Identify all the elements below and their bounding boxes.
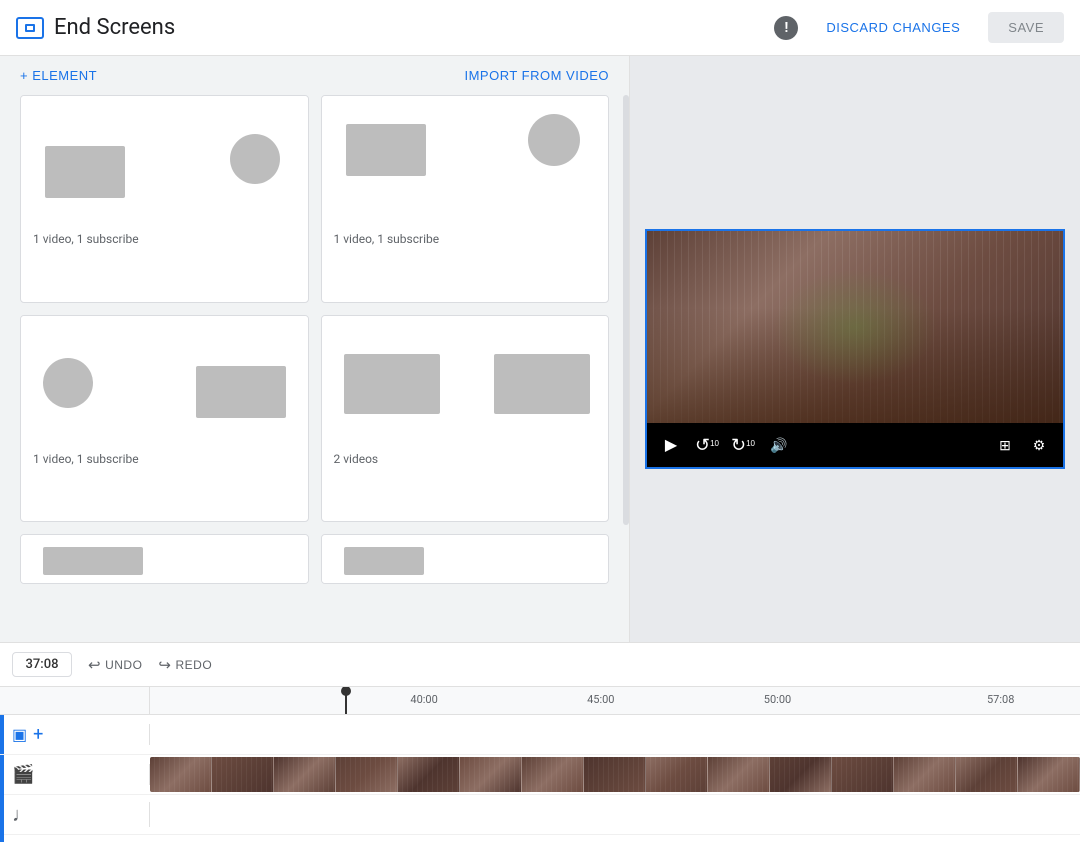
time-display[interactable]: 37:08 [12,652,72,677]
tpl-video-rect-4a [344,354,440,414]
video-player: ▶ ↺10 ↻10 🔊 ⊞ ⚙ [645,229,1065,469]
template-preview-3 [21,316,308,446]
settings-button[interactable]: ⚙ [1027,433,1051,457]
template-card[interactable]: 1 video, 1 subscribe [20,95,309,303]
tpl-subscribe-circle-3 [43,358,93,408]
video-track-row: 🎬 [0,755,1080,795]
end-screen-track-row: ▣ + [0,715,1080,755]
end-screen-track-label: ▣ + [0,724,150,745]
timeline-area: 37:08 ↩ UNDO ↪ REDO 40:00 45:00 50:00 57… [0,642,1080,842]
play-button[interactable]: ▶ [659,433,683,457]
video-track-content [150,755,1080,794]
redo-button[interactable]: ↪ REDO [158,656,212,674]
timeline-tracks: ▣ + 🎬 [0,715,1080,842]
audio-track-content [150,795,1080,834]
video-thumb-12 [832,757,894,792]
template-label-3: 1 video, 1 subscribe [21,446,308,476]
volume-button[interactable]: 🔊 [767,433,791,457]
video-track-bar [150,757,1080,792]
add-element-button[interactable]: + ELEMENT [20,68,97,83]
undo-label: UNDO [105,658,142,672]
redo-label: REDO [176,658,213,672]
tpl-video-rect-4b [494,354,590,414]
video-thumb-6 [460,757,522,792]
template-preview-6 [322,535,609,584]
video-thumb-1 [150,757,212,792]
left-panel: + ELEMENT IMPORT FROM VIDEO 1 video, 1 s… [0,56,630,642]
redo-icon: ↪ [158,656,171,674]
video-track-icon: 🎬 [12,764,34,785]
tpl-video-rect-2 [346,124,426,176]
main-area: + ELEMENT IMPORT FROM VIDEO 1 video, 1 s… [0,56,1080,642]
ruler-markers: 40:00 45:00 50:00 57:08 [150,687,1080,714]
video-thumb-7 [522,757,584,792]
page-title: End Screens [54,15,175,40]
ruler-mark-1: 40:00 [410,693,437,706]
template-card[interactable]: 1 video, 1 subscribe [321,95,610,303]
template-card[interactable] [20,534,309,584]
template-preview-1 [21,96,308,226]
discard-changes-button[interactable]: DISCARD CHANGES [814,12,972,43]
replay-10-button[interactable]: ↺10 [695,433,719,457]
controls-right: ⊞ ⚙ [993,433,1051,457]
video-thumb-4 [336,757,398,792]
tpl-rect-5 [43,547,143,575]
audio-track-row: ♩ [0,795,1080,835]
audio-track-icon: ♩ [12,802,32,827]
video-frame [647,231,1063,423]
template-label-2: 1 video, 1 subscribe [322,226,609,256]
video-track-label: 🎬 [0,764,150,785]
video-thumb-2 [212,757,274,792]
ruler-mark-3: 50:00 [764,693,791,706]
tpl-subscribe-circle-2 [528,114,580,166]
timeline-toolbar: 37:08 ↩ UNDO ↪ REDO [0,643,1080,687]
video-thumb-14 [956,757,1018,792]
template-label-4: 2 videos [322,446,609,476]
video-thumb-5 [398,757,460,792]
video-thumb-10 [708,757,770,792]
grid-button[interactable]: ⊞ [993,433,1017,457]
tpl-video-rect [45,146,125,198]
video-thumb-9 [646,757,708,792]
playhead [345,687,347,714]
audio-track-label: ♩ [0,802,150,827]
template-preview-2 [322,96,609,226]
header-right: ! DISCARD CHANGES SAVE [774,12,1064,43]
end-screen-track-icon: ▣ [12,725,27,744]
video-thumb-15 [1018,757,1080,792]
template-preview-5 [21,535,308,584]
add-end-screen-button[interactable]: + [33,724,43,745]
templates-grid: 1 video, 1 subscribe 1 video, 1 subscrib… [0,95,629,642]
header: End Screens ! DISCARD CHANGES SAVE [0,0,1080,56]
playhead-dot [341,687,351,696]
template-card[interactable]: 1 video, 1 subscribe [20,315,309,523]
save-button[interactable]: SAVE [988,12,1064,43]
video-thumb-3 [274,757,336,792]
undo-icon: ↩ [88,656,101,674]
tpl-video-rect-3 [196,366,286,418]
template-label-1: 1 video, 1 subscribe [21,226,308,256]
ruler-mark-2: 45:00 [587,693,614,706]
import-from-video-button[interactable]: IMPORT FROM VIDEO [464,68,609,83]
timeline-ruler: 40:00 45:00 50:00 57:08 [0,687,1080,715]
tpl-subscribe-circle [230,134,280,184]
video-thumb-11 [770,757,832,792]
template-card[interactable] [321,534,610,584]
video-thumb-8 [584,757,646,792]
warning-icon[interactable]: ! [774,16,798,40]
header-left: End Screens [16,15,175,40]
right-panel: ▶ ↺10 ↻10 🔊 ⊞ ⚙ [630,56,1080,642]
video-thumb-13 [894,757,956,792]
template-preview-4 [322,316,609,446]
controls-left: ▶ ↺10 ↻10 🔊 [659,433,791,457]
forward-10-button[interactable]: ↻10 [731,433,755,457]
undo-button[interactable]: ↩ UNDO [88,656,142,674]
tpl-rect-6 [344,547,424,575]
end-screen-track-content[interactable] [150,715,1080,754]
end-screens-icon [16,17,44,39]
template-card[interactable]: 2 videos [321,315,610,523]
ruler-mark-4: 57:08 [987,693,1014,706]
left-toolbar: + ELEMENT IMPORT FROM VIDEO [0,56,629,95]
video-controls: ▶ ↺10 ↻10 🔊 ⊞ ⚙ [647,423,1063,467]
